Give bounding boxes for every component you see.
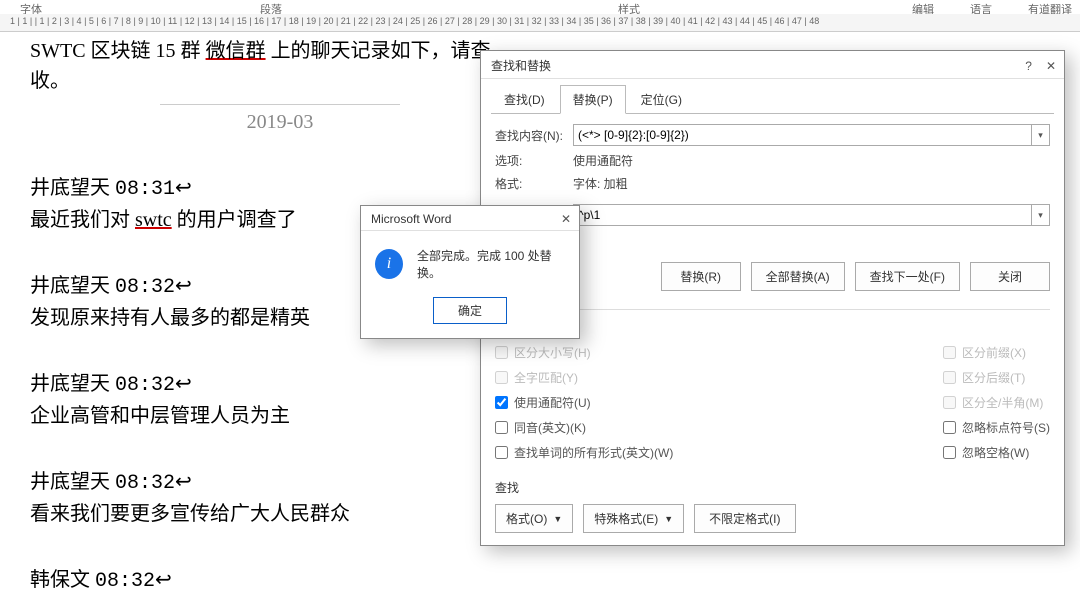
ok-button[interactable]: 确定 — [433, 297, 507, 324]
msgbox-text: 全部完成。完成 100 处替换。 — [417, 247, 565, 281]
msgbox-title: Microsoft Word — [371, 212, 451, 226]
sounds-like-checkbox[interactable]: 同音(英文)(K) — [495, 419, 673, 436]
replace-button[interactable]: 替换(R) — [661, 262, 741, 291]
ribbon-section-labels: 字体 段落 样式 编辑 语言 有道翻译 — [0, 0, 1080, 14]
replace-all-button[interactable]: 全部替换(A) — [751, 262, 845, 291]
ignore-space-checkbox[interactable]: 忽略空格(W) — [943, 444, 1050, 461]
fullhalf-checkbox: 区分全/半角(M) — [943, 394, 1050, 411]
format-value: 字体: 加粗 — [573, 175, 1050, 192]
tab-goto[interactable]: 定位(G) — [628, 85, 695, 114]
horizontal-ruler[interactable]: 1 | 1 | | 1 | 2 | 3 | 4 | 5 | 6 | 7 | 8 … — [0, 14, 1080, 32]
format-menu-button[interactable]: 格式(O)▼ — [495, 504, 573, 533]
close-button[interactable]: 关闭 — [970, 262, 1050, 291]
tab-replace[interactable]: 替换(P) — [560, 85, 626, 114]
tab-find[interactable]: 查找(D) — [491, 85, 558, 114]
message-box: Microsoft Word ✕ i 全部完成。完成 100 处替换。 确定 — [360, 205, 580, 339]
close-icon[interactable]: ✕ — [561, 212, 571, 226]
doc-date-line: 2019-03 — [160, 104, 400, 137]
match-case-checkbox: 区分大小写(H) — [495, 344, 673, 361]
replace-input[interactable] — [573, 204, 1032, 226]
wildcards-checkbox[interactable]: 使用通配符(U) — [495, 394, 673, 411]
options-value: 使用通配符 — [573, 152, 1050, 169]
options-label: 选项: — [495, 152, 573, 169]
replace-history-dropdown[interactable]: ▾ — [1032, 204, 1050, 226]
find-next-button[interactable]: 查找下一处(F) — [855, 262, 960, 291]
special-menu-button[interactable]: 特殊格式(E)▼ — [583, 504, 684, 533]
find-history-dropdown[interactable]: ▾ — [1032, 124, 1050, 146]
find-label: 查找内容(N): — [495, 127, 573, 144]
no-format-button[interactable]: 不限定格式(I) — [694, 504, 795, 533]
word-forms-checkbox[interactable]: 查找单词的所有形式(英文)(W) — [495, 444, 673, 461]
prefix-checkbox: 区分前缀(X) — [943, 344, 1050, 361]
find-input[interactable] — [573, 124, 1032, 146]
doc-line: SWTC 区块链 15 群 微信群 上的聊天记录如下，请查收。 — [30, 36, 530, 96]
find-section-label: 查找 — [495, 479, 1050, 496]
dialog-title: 查找和替换 — [491, 57, 551, 74]
whole-word-checkbox: 全字匹配(Y) — [495, 369, 673, 386]
ignore-punct-checkbox[interactable]: 忽略标点符号(S) — [943, 419, 1050, 436]
close-icon[interactable]: ✕ — [1046, 59, 1056, 73]
info-icon: i — [375, 249, 403, 279]
format-label: 格式: — [495, 175, 573, 192]
help-icon[interactable]: ? — [1025, 59, 1032, 73]
suffix-checkbox: 区分后缀(T) — [943, 369, 1050, 386]
